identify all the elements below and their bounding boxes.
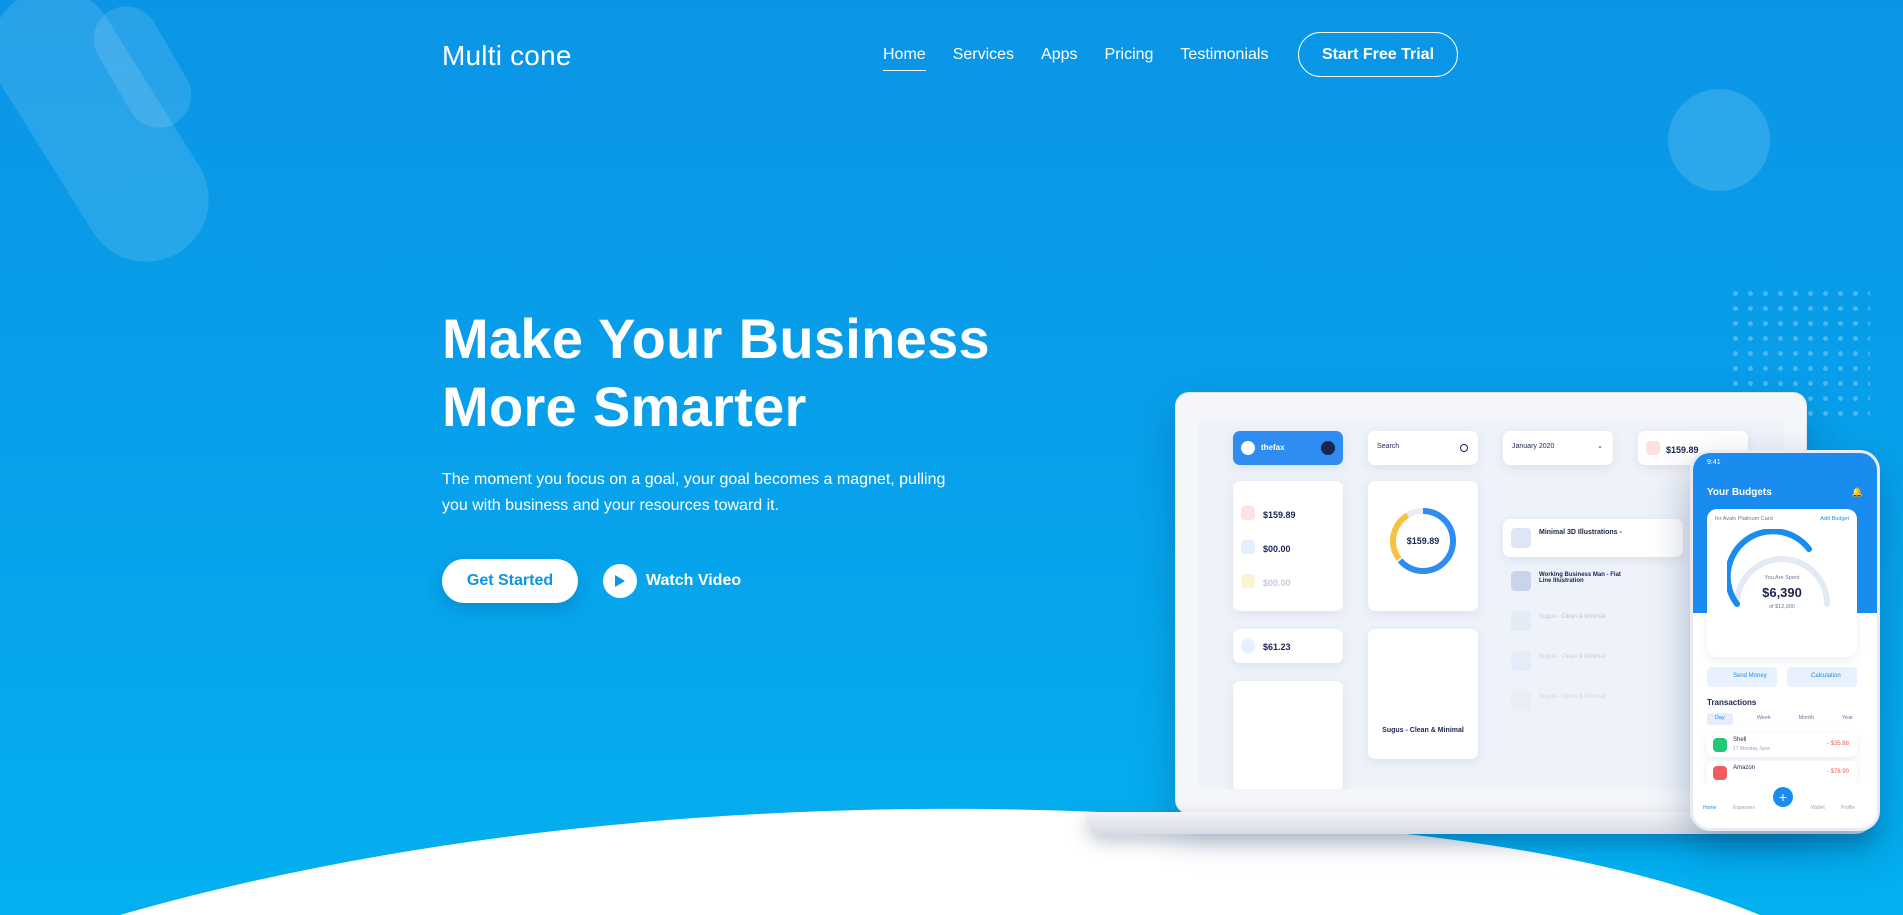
get-started-button[interactable]: Get Started xyxy=(442,559,578,603)
list-item[interactable]: Minimal 3D Illustrations - xyxy=(1503,519,1683,557)
brand-icon xyxy=(1241,441,1255,455)
spent-label: You Are Spent xyxy=(1764,575,1800,581)
balance-card: $61.23 xyxy=(1233,629,1343,663)
nav-home[interactable]: Home xyxy=(883,46,926,71)
dashboard-brand-card: thefax xyxy=(1233,431,1343,465)
search-icon xyxy=(1460,444,1468,452)
transaction-name: Shell xyxy=(1733,737,1747,743)
earnings-card: $159.89 $00.00 $00.00 xyxy=(1233,481,1343,611)
dashboard-brand: thefax xyxy=(1261,443,1285,452)
product-card: Sugus - Clean & Minimal xyxy=(1368,629,1478,759)
list-item[interactable]: Sugus - Clean & Minimal xyxy=(1503,687,1683,717)
earning-icon-1 xyxy=(1241,506,1255,520)
transaction-row[interactable]: Amazon - $78.90 xyxy=(1707,761,1857,785)
nav-testimonials[interactable]: Testimonials xyxy=(1180,46,1268,71)
bottom-nav-home[interactable]: Home xyxy=(1703,805,1716,811)
bottom-nav-expenses[interactable]: Expenses xyxy=(1733,805,1755,811)
list-item-title: Sugus - Clean & Minimal xyxy=(1539,694,1606,700)
watch-video-button[interactable]: Watch Video xyxy=(603,564,741,598)
budget-card-label: for Avalo Platinum Card xyxy=(1715,516,1773,522)
dashboard-month-select[interactable]: January 2020 ⌄ xyxy=(1503,431,1613,465)
bottom-nav-profile[interactable]: Profile xyxy=(1841,805,1855,811)
transaction-amount: - $78.90 xyxy=(1826,769,1849,775)
list-item-title: Working Business Man - Flat Line Illustr… xyxy=(1539,572,1621,584)
tab-year[interactable]: Year xyxy=(1838,713,1857,725)
list-item-title: Sugus - Clean & Minimal xyxy=(1539,614,1606,620)
dashboard-month: January 2020 xyxy=(1512,443,1555,450)
tab-week[interactable]: Week xyxy=(1753,713,1775,725)
product-card-title: Sugus - Clean & Minimal xyxy=(1382,727,1464,734)
hero-title: Make Your Business More Smarter xyxy=(442,305,1062,441)
brand-logo[interactable]: Multi cone xyxy=(442,40,572,72)
add-budget-link[interactable]: Add Budget xyxy=(1820,516,1849,522)
dashboard-search[interactable]: Search xyxy=(1368,431,1478,465)
shield-icon xyxy=(1321,441,1335,455)
play-icon[interactable] xyxy=(603,564,637,598)
hero-subtitle: The moment you focus on a goal, your goa… xyxy=(442,467,1002,519)
nav-pricing[interactable]: Pricing xyxy=(1105,46,1154,71)
transaction-tabs: Day Week Month Year xyxy=(1707,713,1857,725)
earning-icon-3 xyxy=(1241,574,1255,588)
thumbnail-icon xyxy=(1511,571,1531,591)
site-header: Multi cone Home Services Apps Pricing Te… xyxy=(442,32,1460,80)
thumbnail-icon xyxy=(1511,528,1531,548)
earning-value-3: $00.00 xyxy=(1263,578,1291,588)
watch-video-label: Watch Video xyxy=(646,572,742,589)
list-item[interactable]: Sugus - Clean & Minimal xyxy=(1503,647,1683,677)
transaction-date: 17 Monday June xyxy=(1733,746,1770,752)
list-item[interactable]: Sugus - Clean & Minimal xyxy=(1503,607,1683,637)
phone-title: Your Budgets xyxy=(1707,487,1772,498)
transaction-amount: - $35.88 xyxy=(1826,741,1849,747)
decor-circle xyxy=(1668,89,1770,191)
earning-icon-2 xyxy=(1241,540,1255,554)
transaction-row[interactable]: Shell 17 Monday June - $35.88 xyxy=(1707,733,1857,757)
hero-title-line1: Make Your Business xyxy=(442,307,990,370)
earning-value-1: $159.89 xyxy=(1263,510,1296,520)
thumbnail-icon xyxy=(1511,691,1531,711)
tab-day[interactable]: Day xyxy=(1707,713,1733,725)
bell-icon[interactable]: 🔔 xyxy=(1852,487,1863,498)
nav-apps[interactable]: Apps xyxy=(1041,46,1077,71)
nav-services[interactable]: Services xyxy=(953,46,1014,71)
donut-card: $159.89 xyxy=(1368,481,1478,611)
dashboard-search-label: Search xyxy=(1377,443,1400,450)
budget-card: for Avalo Platinum Card Add Budget You A… xyxy=(1707,509,1857,657)
phone-bottom-nav: Home Expenses + Wallet Profile xyxy=(1693,783,1877,823)
donut-value: $159.89 xyxy=(1406,536,1440,546)
send-money-button[interactable]: Send Money xyxy=(1707,667,1777,687)
amazon-icon xyxy=(1713,766,1727,780)
hero-subtitle-line1: The moment you focus on a goal, your goa… xyxy=(442,471,946,488)
spent-value: $6,390 xyxy=(1762,585,1802,600)
main-nav: Home Services Apps Pricing Testimonials xyxy=(883,46,1295,71)
balance-icon xyxy=(1241,639,1255,653)
earning-value-2: $00.00 xyxy=(1263,544,1291,554)
hero-subtitle-line2: you with business and your resources tow… xyxy=(442,497,780,514)
calculation-label: Calculation xyxy=(1811,673,1841,679)
list-item[interactable]: Working Business Man - Flat Line Illustr… xyxy=(1503,567,1683,597)
thumbnail-icon xyxy=(1511,651,1531,671)
shell-icon xyxy=(1713,738,1727,752)
add-icon[interactable]: + xyxy=(1773,787,1793,807)
chevron-down-icon: ⌄ xyxy=(1597,443,1603,450)
tab-month[interactable]: Month xyxy=(1795,713,1818,725)
bottom-nav-wallet[interactable]: Wallet xyxy=(1811,805,1825,811)
start-free-trial-button[interactable]: Start Free Trial xyxy=(1298,32,1458,77)
spent-total: of $12,000 xyxy=(1769,604,1795,610)
send-money-label: Send Money xyxy=(1733,673,1767,679)
balance-value: $61.23 xyxy=(1263,642,1291,652)
calculation-button[interactable]: Calculation xyxy=(1787,667,1857,687)
transactions-heading: Transactions xyxy=(1707,698,1757,707)
list-item-title: Sugus - Clean & Minimal xyxy=(1539,654,1606,660)
phone-time: 9:41 xyxy=(1707,459,1721,466)
hero-title-line2: More Smarter xyxy=(442,375,807,438)
coin-icon xyxy=(1646,441,1660,455)
list-item-title: Minimal 3D Illustrations - xyxy=(1539,529,1622,536)
transaction-name: Amazon xyxy=(1733,765,1756,771)
empty-card xyxy=(1233,681,1343,789)
thumbnail-icon xyxy=(1511,611,1531,631)
phone-mockup: 9:41 Your Budgets 🔔 for Avalo Platinum C… xyxy=(1690,450,1880,831)
